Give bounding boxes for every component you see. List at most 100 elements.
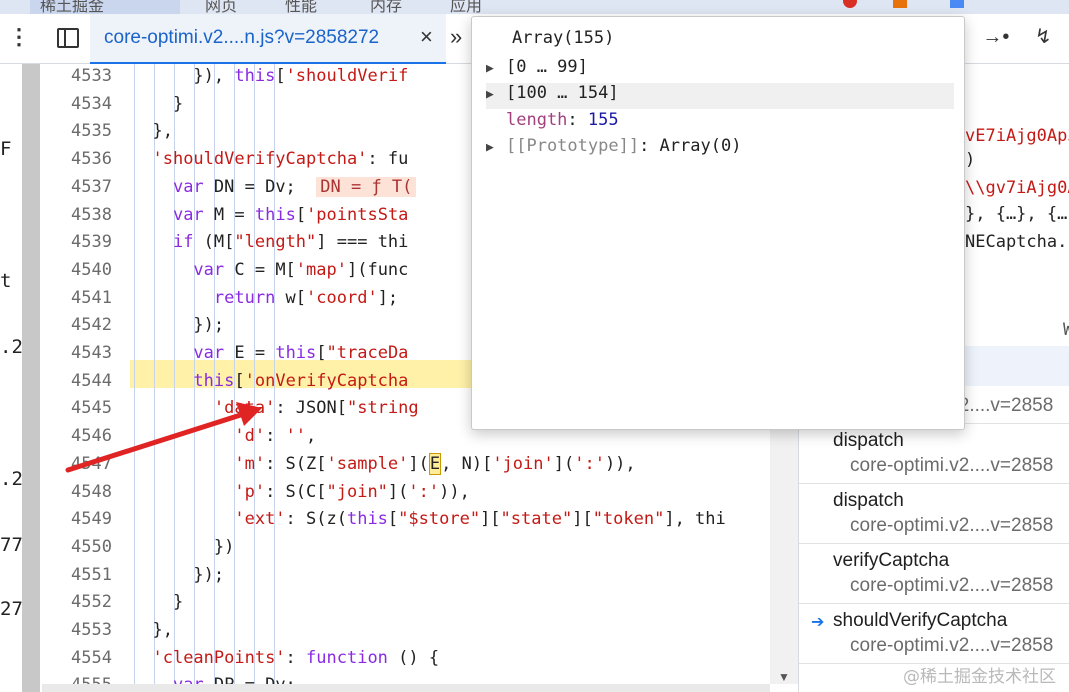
line-number[interactable]: 4538 — [42, 205, 112, 225]
navigator-fragment: .2 — [0, 468, 23, 490]
navigator-fragment: 27 — [0, 598, 23, 620]
more-options-icon[interactable]: ⋮ — [8, 26, 30, 50]
code-line[interactable]: } — [132, 94, 183, 122]
navigator-fragment: t — [0, 270, 12, 292]
line-number[interactable]: 4535 — [42, 121, 112, 141]
code-line[interactable]: }, — [132, 121, 172, 149]
length-value: 155 — [587, 110, 619, 130]
line-number[interactable]: 4550 — [42, 537, 112, 557]
line-number[interactable]: 4544 — [42, 371, 112, 391]
line-number[interactable]: 4536 — [42, 149, 112, 169]
code-line[interactable]: var M = this['pointsSta — [132, 205, 408, 233]
browser-tab-label[interactable]: 性能 — [285, 0, 317, 14]
error-count-icon[interactable] — [843, 0, 857, 8]
frame-location[interactable]: core-optimi.v2....v=2858 — [850, 575, 1053, 597]
code-line[interactable]: 'shouldVerifyCaptcha': fu — [132, 149, 408, 177]
line-number[interactable]: 4537 — [42, 177, 112, 197]
close-icon[interactable]: × — [420, 24, 433, 50]
code-line[interactable]: var E = this["traceDa — [132, 343, 408, 371]
line-number[interactable]: 4552 — [42, 592, 112, 612]
prototype-row[interactable]: ▶ [[Prototype]]: Array(0) — [486, 136, 954, 162]
code-line[interactable]: }) — [132, 537, 234, 565]
code-horizontal-scrollbar[interactable] — [42, 684, 770, 692]
scroll-down-icon[interactable]: ▼ — [778, 670, 790, 684]
frame-location[interactable]: core-optimi.v2....v=2858 — [850, 635, 1053, 657]
code-line[interactable]: 'p': S(C["join"](':')), — [132, 482, 469, 510]
line-number[interactable]: 4543 — [42, 343, 112, 363]
line-number[interactable]: 4542 — [42, 315, 112, 335]
scope-value: \\gv7iAjg0A — [965, 178, 1069, 198]
line-number[interactable]: 4533 — [42, 66, 112, 86]
code-line[interactable]: var DN = Dv; DN = ƒ T( — [132, 176, 417, 205]
line-number[interactable]: 4549 — [42, 509, 112, 529]
frame-location[interactable]: core-optimi.v2....v=2858 — [850, 455, 1053, 477]
browser-tab-label[interactable]: 内存 — [370, 0, 402, 14]
navigator-panel: F t .2 .2 77 27 — [0, 64, 40, 692]
scope-value: ) — [965, 150, 976, 170]
line-number[interactable]: 4545 — [42, 398, 112, 418]
line-number[interactable]: 4551 — [42, 565, 112, 585]
browser-tab-label[interactable]: 稀土掘金 — [40, 0, 104, 14]
deactivate-breakpoints-icon[interactable]: ↯ — [1035, 24, 1052, 49]
code-line[interactable]: return w['coord']; — [132, 288, 398, 316]
line-number[interactable]: 4534 — [42, 94, 112, 114]
line-number[interactable]: 4548 — [42, 482, 112, 502]
array-range-row[interactable]: ▶ [0 … 99] — [486, 57, 954, 83]
issues-icon[interactable] — [950, 0, 964, 8]
current-frame-arrow-icon: ➔ — [811, 614, 825, 631]
browser-tab-strip: 稀土掘金 网页 性能 内存 应用 — [0, 0, 1069, 14]
line-number[interactable]: 4540 — [42, 260, 112, 280]
code-line[interactable]: 'cleanPoints': function () { — [132, 648, 439, 676]
step-into-icon[interactable]: →• — [982, 26, 1009, 49]
expand-triangle-icon[interactable]: ▶ — [486, 61, 506, 76]
call-stack-frame[interactable]: dispatch core-optimi.v2....v=2858 — [799, 424, 1069, 484]
array-range-label: [0 … 99] — [506, 57, 588, 77]
navigator-scrollbar[interactable] — [22, 64, 40, 692]
code-line[interactable]: if (M["length"] === thi — [132, 232, 408, 260]
warning-count-icon[interactable] — [893, 0, 907, 8]
line-number[interactable]: 4553 — [42, 620, 112, 640]
array-range-row[interactable]: ▶ [100 … 154] — [486, 83, 954, 109]
tab-source-file[interactable]: core-optimi.v2....n.js?v=2858272 × — [90, 14, 446, 64]
watermark: @稀土掘金技术社区 — [903, 667, 1056, 687]
length-row: length: 155 — [506, 110, 619, 130]
browser-tab-label[interactable]: 网页 — [205, 0, 237, 14]
line-number[interactable]: 4554 — [42, 648, 112, 668]
call-stack-frame[interactable]: ➔ shouldVerifyCaptcha core-optimi.v2....v=… — [799, 604, 1069, 664]
code-line[interactable]: 'm': S(Z['sample'](E, N)['join'](':')), — [132, 452, 636, 482]
line-number[interactable]: 4546 — [42, 426, 112, 446]
code-line[interactable]: 'd': '', — [132, 426, 316, 454]
browser-tab-label[interactable]: 应用 — [450, 0, 482, 14]
line-number[interactable]: 4541 — [42, 288, 112, 308]
code-line[interactable]: }, — [132, 620, 172, 648]
frame-location[interactable]: core-optimi.v2....v=2858 — [850, 515, 1053, 537]
scope-value: }, {…}, {… — [965, 204, 1068, 224]
code-line[interactable]: }); — [132, 565, 224, 593]
code-line[interactable]: 'data': JSON["string — [132, 398, 419, 426]
frame-function-name: verifyCaptcha — [833, 550, 950, 571]
expand-triangle-icon[interactable]: ▶ — [486, 140, 506, 155]
expand-triangle-icon[interactable]: ▶ — [486, 87, 506, 102]
call-stack-frame[interactable]: dispatch core-optimi.v2....v=2858 — [799, 484, 1069, 544]
code-line[interactable]: this['onVerifyCaptcha — [132, 371, 408, 399]
scope-value: NECaptcha.r — [965, 232, 1069, 252]
length-key: length — [506, 110, 568, 130]
scope-value: W — [1063, 320, 1069, 340]
code-line[interactable]: var C = M['map'](func — [132, 260, 408, 288]
navigator-fragment: F — [0, 138, 12, 160]
toggle-navigator-icon[interactable] — [57, 28, 79, 48]
popover-title: Array(155) — [512, 28, 615, 48]
line-number[interactable]: 4539 — [42, 232, 112, 252]
code-line[interactable]: } — [132, 592, 183, 620]
code-line[interactable]: }), this['shouldVerif — [132, 66, 408, 94]
call-stack-frame[interactable]: verifyCaptcha core-optimi.v2....v=2858 — [799, 544, 1069, 604]
code-line[interactable]: 'ext': S(z(this["$store"]["state"]["toke… — [132, 509, 725, 537]
scope-value: vE7iAjg0Ap3 — [965, 126, 1069, 146]
more-tabs-icon[interactable]: » — [450, 24, 462, 50]
prototype-value: Array(0) — [659, 136, 742, 156]
navigator-fragment: .2 — [0, 336, 23, 358]
navigator-fragment: 77 — [0, 534, 23, 556]
line-number[interactable]: 4547 — [42, 454, 112, 474]
code-line[interactable]: }); — [132, 315, 224, 343]
source-file-name: core-optimi.v2....n.js?v=2858272 — [104, 27, 380, 48]
